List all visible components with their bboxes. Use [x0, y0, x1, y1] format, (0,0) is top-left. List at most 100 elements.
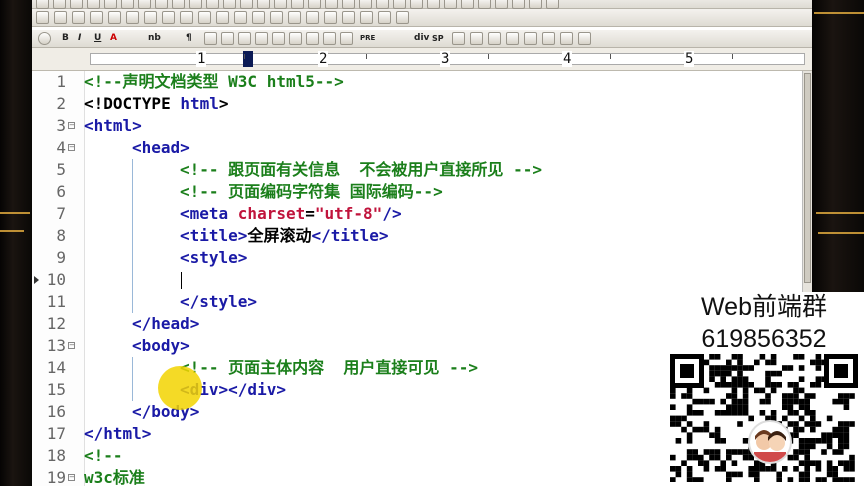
toolbar-button[interactable]: [578, 32, 591, 45]
toolbar-button[interactable]: [470, 32, 483, 45]
toolbar-button[interactable]: [53, 0, 66, 9]
nbsp-button[interactable]: nb: [146, 30, 163, 47]
toolbar-button[interactable]: [206, 0, 219, 9]
fold-toggle-icon[interactable]: −: [68, 474, 75, 481]
toolbar-button[interactable]: [255, 32, 268, 45]
toolbar-button[interactable]: [396, 11, 409, 24]
toolbar-button[interactable]: [221, 32, 234, 45]
toolbar-button[interactable]: [252, 11, 265, 24]
toolbar-button[interactable]: [162, 11, 175, 24]
toolbar-button[interactable]: [238, 32, 251, 45]
code-text: <!DOCTYPE html>: [84, 93, 229, 115]
toolbar-button[interactable]: [393, 0, 406, 9]
toolbar-button[interactable]: [410, 0, 423, 9]
toolbar-button[interactable]: [270, 11, 283, 24]
toolbar-button[interactable]: [288, 11, 301, 24]
code-line[interactable]: 4− <head>: [32, 137, 802, 159]
toolbar-button[interactable]: [340, 32, 353, 45]
toolbar-button[interactable]: [198, 11, 211, 24]
fold-toggle-icon[interactable]: −: [68, 122, 75, 129]
fold-toggle-icon[interactable]: −: [68, 342, 75, 349]
toolbar-button[interactable]: [306, 11, 319, 24]
code-line[interactable]: 5 <!-- 跟页面有关信息 不会被用户直接所见 -->: [32, 159, 802, 181]
toolbar-button[interactable]: [324, 11, 337, 24]
toolbar-button[interactable]: [72, 11, 85, 24]
toolbar-button[interactable]: [121, 0, 134, 9]
fold-toggle-icon[interactable]: −: [68, 144, 75, 151]
toolbar-button[interactable]: [90, 11, 103, 24]
toolbar-button[interactable]: [234, 11, 247, 24]
toolbar-button[interactable]: [427, 0, 440, 9]
toolbar-button[interactable]: [272, 32, 285, 45]
toolbar-button[interactable]: [36, 0, 49, 9]
toolbar-button[interactable]: [108, 11, 121, 24]
toolbar-button[interactable]: [291, 0, 304, 9]
toolbar-button[interactable]: [512, 0, 525, 9]
code-line[interactable]: 7 <meta charset="utf-8"/>: [32, 203, 802, 225]
toolbar-button[interactable]: [378, 11, 391, 24]
toolbar-button[interactable]: [216, 11, 229, 24]
code-line[interactable]: 3− <html>: [32, 115, 802, 137]
toolbar-button[interactable]: [126, 11, 139, 24]
toolbar-button[interactable]: [560, 32, 573, 45]
qr-module: [798, 443, 805, 450]
toolbar-button[interactable]: [172, 0, 185, 9]
pre-button[interactable]: PRE: [358, 30, 377, 47]
toolbar-button[interactable]: [223, 0, 236, 9]
code-token: <!-- 页面编码字符集 国际编码-->: [180, 182, 443, 201]
globe-icon[interactable]: [38, 32, 51, 45]
toolbar-button[interactable]: [240, 0, 253, 9]
toolbar-button[interactable]: [289, 32, 302, 45]
toolbar-button[interactable]: [306, 32, 319, 45]
toolbar-button[interactable]: [189, 0, 202, 9]
italic-button[interactable]: I: [76, 30, 83, 47]
toolbar-button[interactable]: [495, 0, 508, 9]
toolbar-button[interactable]: [323, 32, 336, 45]
font-color-button[interactable]: A: [108, 30, 119, 47]
toolbar-button[interactable]: [87, 0, 100, 9]
qr-module: [815, 438, 822, 444]
div-button[interactable]: div: [412, 30, 431, 47]
toolbar-button[interactable]: [360, 11, 373, 24]
toolbar-button[interactable]: [529, 0, 542, 9]
toolbar-button[interactable]: [461, 0, 474, 9]
code-line[interactable]: 10: [32, 269, 802, 291]
code-line[interactable]: 9 <style>: [32, 247, 802, 269]
vertical-scrollbar[interactable]: [802, 71, 812, 293]
toolbar-button[interactable]: [342, 11, 355, 24]
toolbar-button[interactable]: [342, 0, 355, 9]
toolbar-button[interactable]: [70, 0, 83, 9]
toolbar-button[interactable]: [180, 11, 193, 24]
toolbar-button[interactable]: [308, 0, 321, 9]
span-button[interactable]: SP: [430, 30, 446, 47]
toolbar-button[interactable]: [546, 0, 559, 9]
toolbar-button[interactable]: [478, 0, 491, 9]
toolbar-button[interactable]: [104, 0, 117, 9]
toolbar-button[interactable]: [488, 32, 501, 45]
line-number: 11: [46, 292, 66, 311]
code-line[interactable]: 8 <title>全屏滚动</title>: [32, 225, 802, 247]
bold-button[interactable]: B: [60, 30, 71, 47]
toolbar-button[interactable]: [138, 0, 151, 9]
underline-button[interactable]: U: [92, 30, 103, 47]
toolbar-button[interactable]: [204, 32, 217, 45]
toolbar-button[interactable]: [274, 0, 287, 9]
toolbar-button[interactable]: [359, 0, 372, 9]
toolbar-button[interactable]: [444, 0, 457, 9]
paragraph-button[interactable]: ¶: [184, 30, 194, 47]
toolbar-button[interactable]: [155, 0, 168, 9]
code-line[interactable]: 1 <!--声明文档类型 W3C html5-->: [32, 71, 802, 93]
toolbar-button[interactable]: [54, 11, 67, 24]
toolbar-button[interactable]: [452, 32, 465, 45]
toolbar-button[interactable]: [506, 32, 519, 45]
scrollbar-thumb[interactable]: [804, 73, 811, 283]
toolbar-button[interactable]: [542, 32, 555, 45]
toolbar-button[interactable]: [36, 11, 49, 24]
toolbar-button[interactable]: [524, 32, 537, 45]
toolbar-button[interactable]: [325, 0, 338, 9]
toolbar-button[interactable]: [376, 0, 389, 9]
code-line[interactable]: 6 <!-- 页面编码字符集 国际编码-->: [32, 181, 802, 203]
code-line[interactable]: 2 <!DOCTYPE html>: [32, 93, 802, 115]
toolbar-button[interactable]: [144, 11, 157, 24]
toolbar-button[interactable]: [257, 0, 270, 9]
